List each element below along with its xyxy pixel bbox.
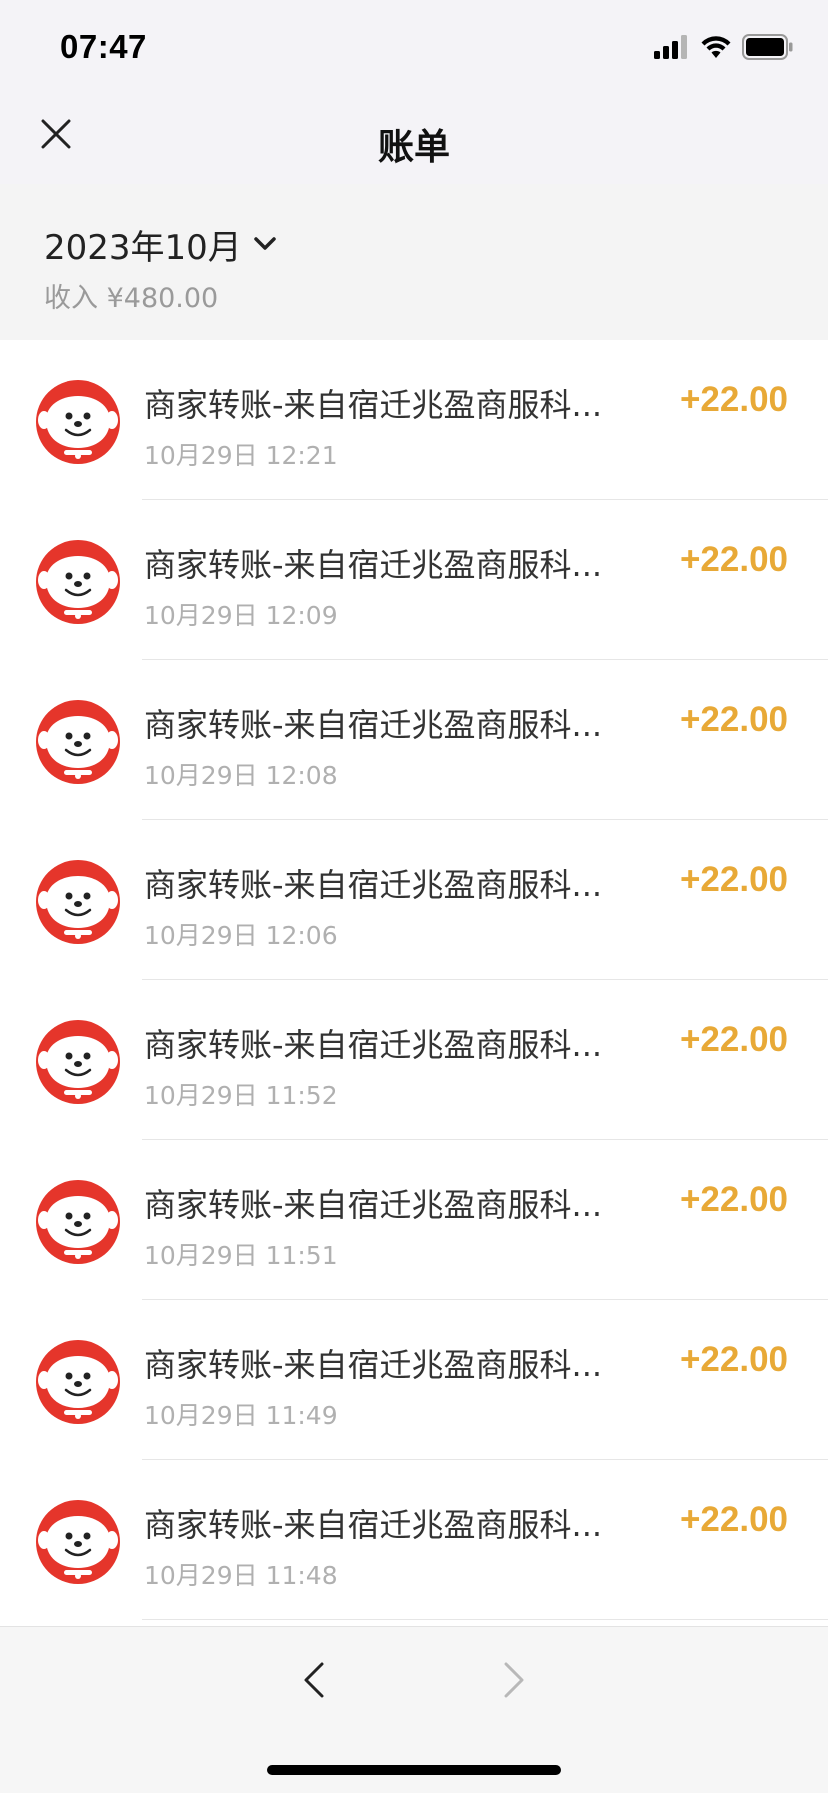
chevron-left-icon — [302, 1660, 326, 1704]
month-header: 2023年10月 收入 ¥480.00 — [0, 184, 828, 340]
home-indicator — [267, 1765, 561, 1775]
transaction-row[interactable]: 商家转账-来自宿迁兆盈商服科... 10月29日 12:21 +22.00 — [0, 340, 828, 500]
merchant-avatar-icon — [36, 700, 120, 784]
merchant-avatar-icon — [36, 1500, 120, 1584]
transaction-amount: +22.00 — [679, 1020, 788, 1059]
transaction-title: 商家转账-来自宿迁兆盈商服科... — [144, 1186, 603, 1224]
merchant-avatar-icon — [36, 1340, 120, 1424]
transaction-row[interactable]: 商家转账-来自宿迁兆盈商服科... 10月29日 11:51 +22.00 — [0, 1140, 828, 1300]
transaction-amount: +22.00 — [679, 1180, 788, 1219]
income-summary: 收入 ¥480.00 — [44, 283, 219, 314]
transaction-amount: +22.00 — [679, 860, 788, 899]
forward-button[interactable] — [496, 1657, 532, 1707]
transaction-amount: +22.00 — [679, 700, 788, 739]
status-icons — [654, 34, 794, 64]
transaction-row[interactable]: 商家转账-来自宿迁兆盈商服科... 10月29日 11:49 +22.00 — [0, 1300, 828, 1460]
battery-icon — [742, 34, 794, 64]
transaction-time: 10月29日 11:48 — [144, 1561, 338, 1590]
transaction-title: 商家转账-来自宿迁兆盈商服科... — [144, 1506, 603, 1544]
merchant-avatar-icon — [36, 860, 120, 944]
transaction-row[interactable]: 商家转账-来自宿迁兆盈商服科... 10月29日 12:08 +22.00 — [0, 660, 828, 820]
merchant-avatar-icon — [36, 1020, 120, 1104]
transaction-row[interactable]: 商家转账-来自宿迁兆盈商服科... 10月29日 11:48 +22.00 — [0, 1460, 828, 1620]
merchant-avatar-icon — [36, 380, 120, 464]
transaction-title: 商家转账-来自宿迁兆盈商服科... — [144, 546, 603, 584]
status-bar: 07:47 — [0, 0, 828, 96]
transaction-title: 商家转账-来自宿迁兆盈商服科... — [144, 706, 603, 744]
merchant-avatar-icon — [36, 540, 120, 624]
transaction-amount: +22.00 — [679, 1340, 788, 1379]
month-selector[interactable]: 2023年10月 — [44, 220, 278, 269]
back-button[interactable] — [296, 1657, 332, 1707]
bottom-toolbar — [0, 1626, 828, 1793]
transaction-title: 商家转账-来自宿迁兆盈商服科... — [144, 866, 603, 904]
transaction-time: 10月29日 11:51 — [144, 1241, 338, 1270]
transaction-row[interactable]: 商家转账-来自宿迁兆盈商服科... 10月29日 11:52 +22.00 — [0, 980, 828, 1140]
transaction-time: 10月29日 11:52 — [144, 1081, 338, 1110]
transaction-amount: +22.00 — [679, 380, 788, 419]
row-divider — [142, 1619, 828, 1620]
transaction-list: 商家转账-来自宿迁兆盈商服科... 10月29日 12:21 +22.00 商家… — [0, 340, 828, 1626]
wifi-icon — [700, 35, 732, 63]
transaction-row[interactable]: 商家转账-来自宿迁兆盈商服科... 10月29日 12:09 +22.00 — [0, 500, 828, 660]
transaction-amount: +22.00 — [679, 540, 788, 579]
transaction-amount: +22.00 — [679, 1500, 788, 1539]
transaction-time: 10月29日 11:49 — [144, 1401, 338, 1430]
signal-icon — [654, 35, 690, 63]
chevron-right-icon — [502, 1660, 526, 1704]
month-label: 2023年10月 — [44, 228, 242, 268]
transaction-time: 10月29日 12:08 — [144, 761, 338, 790]
transaction-time: 10月29日 12:06 — [144, 921, 338, 950]
transaction-title: 商家转账-来自宿迁兆盈商服科... — [144, 1346, 603, 1384]
transaction-time: 10月29日 12:09 — [144, 601, 338, 630]
nav-bar: 账单 — [0, 96, 828, 184]
transaction-title: 商家转账-来自宿迁兆盈商服科... — [144, 1026, 603, 1064]
merchant-avatar-icon — [36, 1180, 120, 1264]
status-time: 07:47 — [60, 28, 147, 65]
transaction-row[interactable]: 商家转账-来自宿迁兆盈商服科... 10月29日 12:06 +22.00 — [0, 820, 828, 980]
chevron-down-icon — [252, 233, 278, 257]
transaction-time: 10月29日 12:21 — [144, 441, 338, 470]
page-title: 账单 — [377, 127, 450, 168]
transaction-title: 商家转账-来自宿迁兆盈商服科... — [144, 386, 603, 424]
